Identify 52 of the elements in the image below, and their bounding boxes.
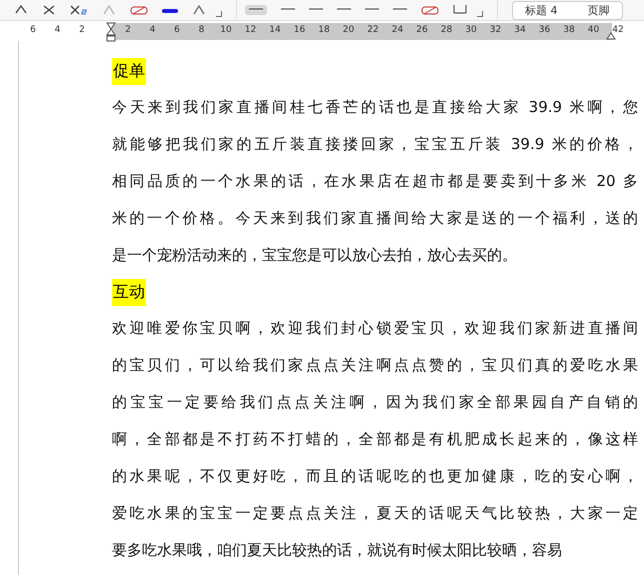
ruler-number: 34	[514, 25, 526, 35]
body-text-line: 啊，全部都是不打药不打蜡的，全部都是有机肥成长起来的，像这样	[112, 429, 638, 450]
ruler-number: 2	[125, 25, 131, 35]
body-text-line: 就能够把我们家的五斤装直接搂回家，宝宝五斤装 39.9 米的价格，	[112, 134, 638, 155]
ruler-number: 12	[244, 25, 256, 35]
eraser-icon[interactable]	[421, 5, 439, 15]
style-option[interactable]: 标题 4	[525, 2, 558, 18]
ruler-number: 28	[440, 25, 452, 35]
ruler-number: 6	[30, 25, 36, 35]
ruler-number: 36	[538, 25, 550, 35]
dialog-launcher-icon[interactable]	[477, 11, 483, 17]
section-heading: 互动	[112, 278, 146, 306]
style-option[interactable]: 页脚	[588, 2, 610, 18]
body-text-line: 今天来到我们家直播间桂七香芒的话也是直接给大家 39.9 米啊，您	[112, 97, 638, 118]
ruler-number: 40	[588, 25, 600, 35]
ruler-number: 20	[342, 25, 354, 35]
eraser-icon[interactable]	[130, 5, 148, 15]
section-heading: 促单	[112, 58, 146, 84]
ruler-number: 26	[416, 25, 428, 35]
indent-marker-icon[interactable]	[106, 22, 116, 42]
body-text-line: 欢迎唯爱你宝贝啊，欢迎我们封心锁爱宝贝，欢迎我们家新进直播间	[112, 318, 638, 339]
ruler-number: 4	[54, 25, 60, 35]
body-text-line: 的宝贝们，可以给我们家点点关注啊点点赞的，宝贝们真的爱吃水果	[112, 355, 638, 376]
ruler-number: 42	[612, 25, 624, 35]
text-format-icon[interactable]	[14, 5, 28, 15]
ruler-number: 10	[220, 25, 232, 35]
body-text-line: 米的一个价格。今天来到我们家直播间给大家是送的一个福利，送的	[112, 208, 638, 229]
body-text-line: 是一个宠粉活动来的，宝宝您是可以放心去拍，放心去买的。	[112, 245, 518, 266]
ruler-number: 38	[563, 25, 575, 35]
body-text-line: 的宝宝一定要给我们点点关注啊，因为我们家全部果园自产自销的	[112, 392, 638, 413]
ruler-number: 24	[392, 25, 404, 35]
body-text-line: 爱吃水果的宝宝一定要点点关注，夏天的话呢天气比较热，大家一定	[112, 503, 638, 524]
ruler-number: 8	[198, 25, 204, 35]
text-format-icon[interactable]	[42, 5, 56, 15]
body-text-line: 要多吃水果哦，咱们夏天比较热的话，就说有时候太阳比较晒，容易	[112, 540, 563, 561]
ruler-number: 4	[150, 25, 156, 35]
border-icon[interactable]	[453, 5, 467, 15]
ruler-number: 2	[79, 25, 85, 35]
align-left-button[interactable]	[245, 5, 267, 15]
ruler-number: 18	[318, 25, 330, 35]
dialog-launcher-icon[interactable]	[216, 11, 222, 17]
ruler-number: 16	[294, 25, 306, 35]
ruler-number: 6	[174, 25, 180, 35]
right-indent-marker-icon[interactable]	[606, 32, 616, 40]
ruler-number: 22	[367, 25, 379, 35]
ruler-number: 30	[465, 25, 477, 35]
text-effect-icon[interactable]	[192, 5, 206, 15]
subscript-icon[interactable]	[70, 5, 88, 15]
ruler-number: 14	[269, 25, 281, 35]
ruler-number: 32	[490, 25, 502, 35]
body-text-line: 相同品质的一个水果的话，在水果店在超市都是要卖到十多米 20 多	[112, 171, 638, 192]
body-text-line: 的水果呢，不仅更好吃，而且的话呢吃的也更加健康，吃的安心啊，	[112, 466, 638, 487]
